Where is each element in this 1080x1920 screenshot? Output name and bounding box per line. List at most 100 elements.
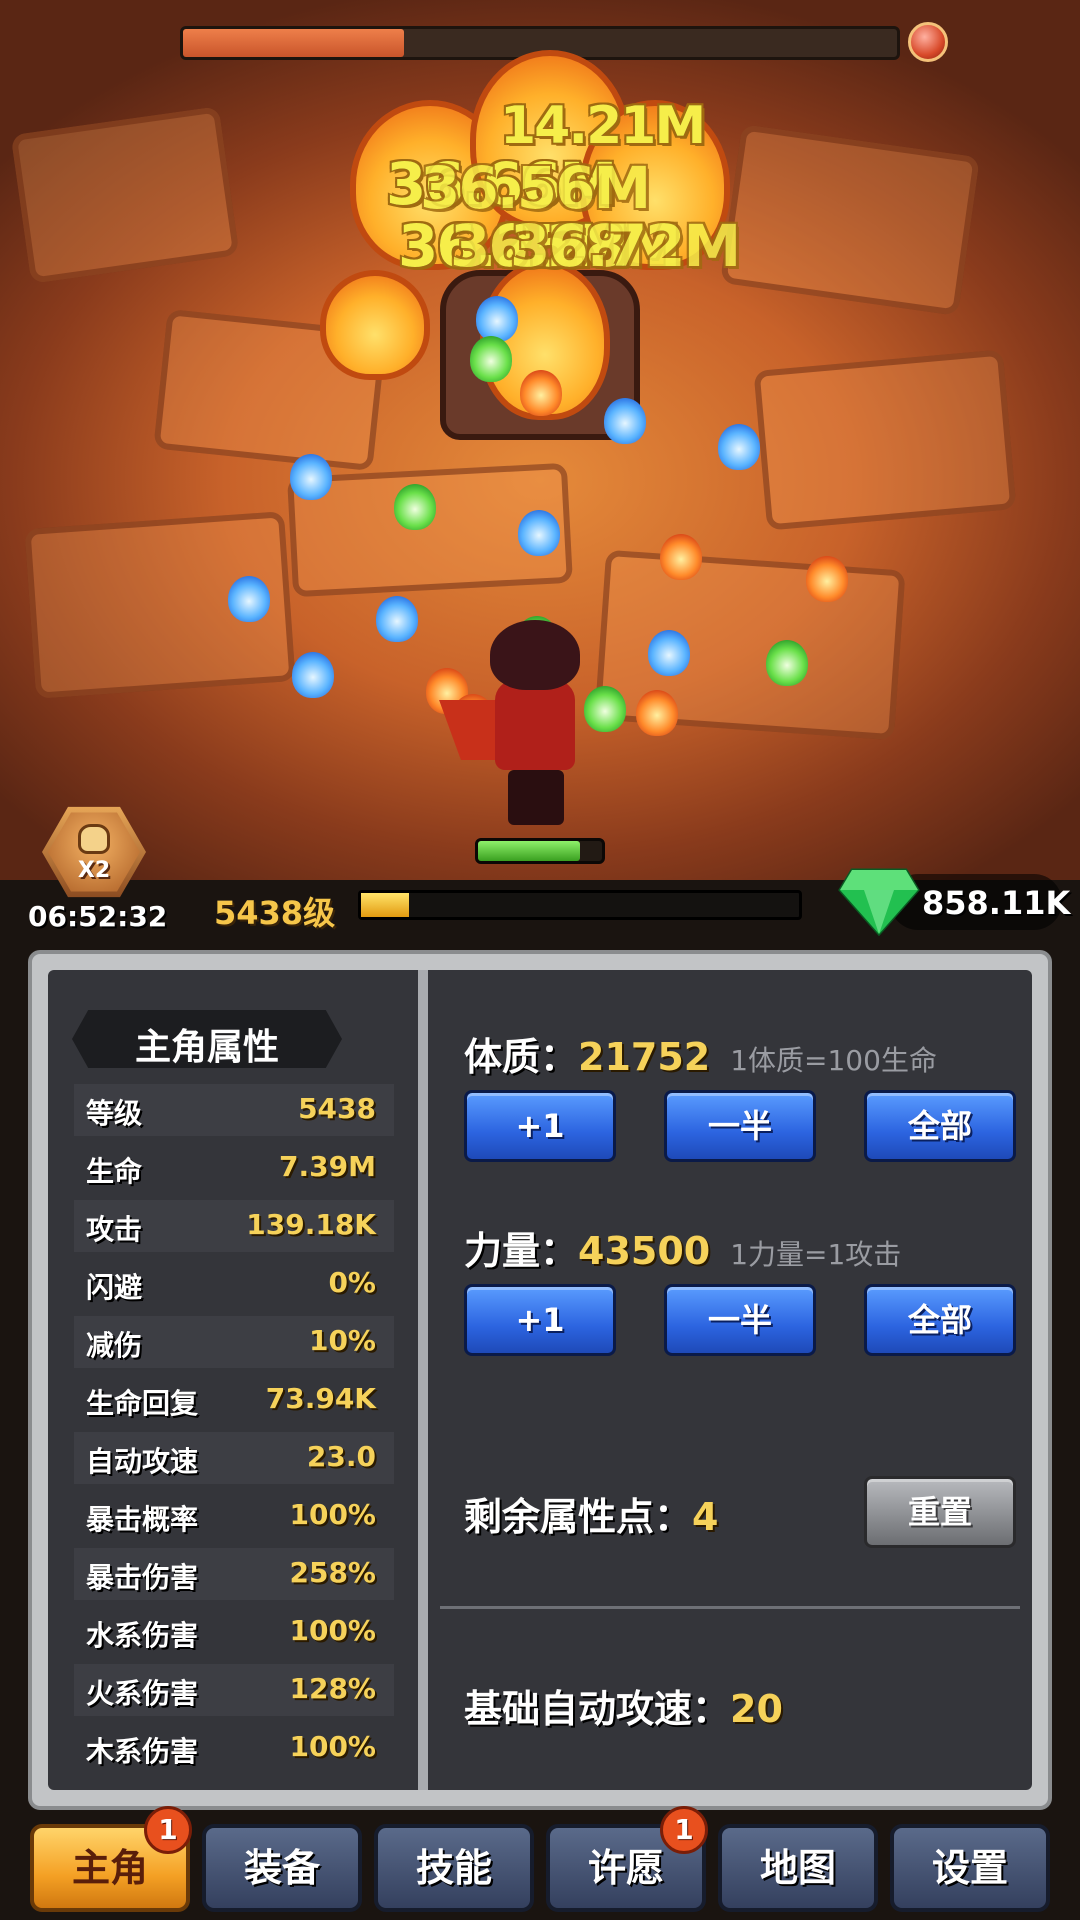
- stat-label: 自动攻速: [86, 1445, 199, 1478]
- stat-row: 减伤 10%: [74, 1316, 394, 1368]
- tab-map[interactable]: 地图: [718, 1824, 878, 1912]
- stat-label: 水系伤害: [86, 1619, 199, 1652]
- stat-value: 7.39M: [279, 1150, 376, 1183]
- fire-orb: [660, 534, 702, 580]
- wood-orb: [766, 640, 808, 686]
- battle-scene: 14.21M 36.66M 36.56M 36.25M 36.28M 36.72…: [0, 0, 1080, 880]
- damage-number: 14.21M: [500, 96, 706, 156]
- panel-title-tag: 主角属性: [72, 1010, 342, 1068]
- water-orb: [290, 454, 332, 500]
- stat-row: 木系伤害 100%: [74, 1722, 394, 1774]
- floor-tile: [720, 124, 980, 316]
- base-attack-speed-label: 基础自动攻速：: [464, 1687, 731, 1731]
- jug-icon: [78, 824, 110, 854]
- boss-element-icon: [908, 22, 948, 62]
- constitution-all-button[interactable]: 全部: [864, 1090, 1016, 1162]
- player-level: 5438级: [214, 894, 336, 932]
- fire-orb: [636, 690, 678, 736]
- strength-plus-one-button[interactable]: +1: [464, 1284, 616, 1356]
- stat-value: 23.0: [306, 1440, 376, 1473]
- stat-value: 128%: [289, 1672, 376, 1705]
- strength-value: 43500: [578, 1229, 711, 1273]
- stat-label: 生命: [86, 1155, 143, 1188]
- stat-row: 自动攻速 23.0: [74, 1432, 394, 1484]
- stats-column: 主角属性 等级 5438 生命 7.39M 攻击 139.18K 闪避 0% 减伤 10% 生命回复…: [48, 970, 418, 1790]
- stat-label: 减伤: [86, 1329, 143, 1362]
- water-orb: [518, 510, 560, 556]
- stat-label: 暴击概率: [86, 1503, 199, 1536]
- boost-timer: 06:52:32: [28, 900, 168, 933]
- stat-label: 生命回复: [86, 1387, 199, 1420]
- attribute-allocation: 体质：21752 1体质=100生命 +1 一半 全部 力量：43500 1力量=1…: [428, 970, 1032, 1790]
- stat-row: 水系伤害 100%: [74, 1606, 394, 1658]
- remaining-points-label: 剩余属性点：: [464, 1495, 693, 1539]
- stat-label: 暴击伤害: [86, 1561, 199, 1594]
- xp-fill: [361, 893, 410, 917]
- strength-row: 力量：43500 1力量=1攻击: [464, 1220, 901, 1276]
- stat-row: 暴击概率 100%: [74, 1490, 394, 1542]
- hero-body: [495, 680, 575, 770]
- tab-settings[interactable]: 设置: [890, 1824, 1050, 1912]
- stat-label: 闪避: [86, 1271, 143, 1304]
- tab-skills[interactable]: 技能: [374, 1824, 534, 1912]
- stat-row: 暴击伤害 258%: [74, 1548, 394, 1600]
- column-divider: [418, 970, 428, 1790]
- tab-equipment[interactable]: 装备: [202, 1824, 362, 1912]
- reset-button[interactable]: 重置: [864, 1476, 1016, 1548]
- stat-row: 攻击 139.18K: [74, 1200, 394, 1252]
- constitution-plus-one-button[interactable]: +1: [464, 1090, 616, 1162]
- strength-note: 1力量=1攻击: [730, 1238, 902, 1271]
- hero-attributes-panel: 主角属性 等级 5438 生命 7.39M 攻击 139.18K 闪避 0% 减伤 10% 生命回复…: [28, 950, 1052, 1810]
- stat-row: 生命 7.39M: [74, 1142, 394, 1194]
- status-bar: X2 06:52:32 5438级 858.11K: [0, 800, 1080, 940]
- stat-value: 258%: [289, 1556, 376, 1589]
- base-attack-speed-row: 基础自动攻速：20: [464, 1678, 783, 1734]
- stat-row: 生命回复 73.94K: [74, 1374, 394, 1426]
- damage-number: 36.72M: [510, 212, 741, 280]
- boost-label: X2: [77, 858, 111, 883]
- stat-value: 100%: [289, 1614, 376, 1647]
- water-orb: [476, 296, 518, 342]
- panel-body: 主角属性 等级 5438 生命 7.39M 攻击 139.18K 闪避 0% 减伤 10% 生命回复…: [48, 970, 1032, 1790]
- constitution-label: 体质：: [464, 1035, 579, 1079]
- gem-icon: [838, 868, 920, 936]
- water-orb: [228, 576, 270, 622]
- stat-value: 73.94K: [265, 1382, 376, 1415]
- strength-all-button[interactable]: 全部: [864, 1284, 1016, 1356]
- bottom-nav: 主角 1 装备 技能 许愿 1 地图 设置: [0, 1806, 1080, 1920]
- wood-orb: [394, 484, 436, 530]
- stat-row: 火系伤害 128%: [74, 1664, 394, 1716]
- water-orb: [648, 630, 690, 676]
- stat-label: 攻击: [86, 1213, 143, 1246]
- floor-tile: [753, 349, 1017, 531]
- water-orb: [718, 424, 760, 470]
- strength-half-button[interactable]: 一半: [664, 1284, 816, 1356]
- stat-row: 等级 5438: [74, 1084, 394, 1136]
- boss-fist: [320, 270, 430, 380]
- hero-character: [439, 620, 600, 830]
- notification-badge: 1: [660, 1806, 708, 1854]
- water-orb: [604, 398, 646, 444]
- stat-label: 火系伤害: [86, 1677, 199, 1710]
- section-divider: [440, 1606, 1020, 1609]
- gem-amount: 858.11K: [922, 884, 1071, 922]
- wood-orb: [470, 336, 512, 382]
- constitution-value: 21752: [578, 1035, 711, 1079]
- stat-value: 100%: [289, 1730, 376, 1763]
- water-orb: [292, 652, 334, 698]
- water-orb: [376, 596, 418, 642]
- stat-row: 闪避 0%: [74, 1258, 394, 1310]
- constitution-row: 体质：21752 1体质=100生命: [464, 1026, 937, 1082]
- x2-boost-button[interactable]: X2: [42, 804, 146, 900]
- remaining-points-value: 4: [692, 1495, 719, 1539]
- notification-badge: 1: [144, 1806, 192, 1854]
- remaining-points-row: 剩余属性点：4: [464, 1486, 718, 1542]
- constitution-half-button[interactable]: 一半: [664, 1090, 816, 1162]
- stat-value: 0%: [328, 1266, 376, 1299]
- stat-value: 10%: [308, 1324, 376, 1357]
- constitution-note: 1体质=100生命: [730, 1044, 937, 1077]
- stat-value: 139.18K: [246, 1208, 376, 1241]
- floor-tile: [10, 106, 240, 284]
- stat-value: 5438: [298, 1092, 376, 1125]
- stat-label: 等级: [86, 1097, 143, 1130]
